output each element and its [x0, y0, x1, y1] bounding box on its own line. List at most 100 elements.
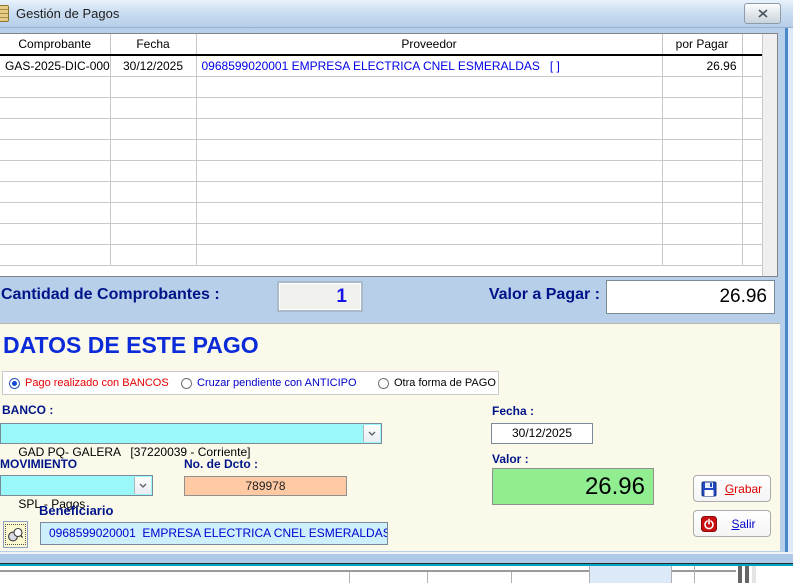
- grid-row-empty[interactable]: [0, 139, 762, 160]
- grid-cell: [742, 76, 762, 97]
- search-beneficiario-button[interactable]: [3, 521, 28, 548]
- grid-cell: [196, 97, 662, 118]
- grid-cell: [0, 97, 110, 118]
- grid-row-empty[interactable]: [0, 244, 762, 265]
- grid-cell[interactable]: 0968599020001 EMPRESA ELECTRICA CNEL ESM…: [196, 55, 662, 76]
- background-gridline: [671, 566, 672, 583]
- beneficiario-field[interactable]: 0968599020001 EMPRESA ELECTRICA CNEL ESM…: [40, 522, 388, 545]
- grid-filler-area: [762, 34, 777, 276]
- grid-cell: [742, 181, 762, 202]
- fecha-field[interactable]: 30/12/2025: [491, 423, 593, 444]
- grid-cell: [196, 244, 662, 265]
- app-icon: [0, 5, 9, 22]
- background-scrollbar: [745, 566, 749, 583]
- movimiento-label: MOVIMIENTO: [0, 457, 77, 471]
- radio-unselected-icon: [378, 378, 389, 389]
- grid-cell: [662, 76, 742, 97]
- grid-row-empty[interactable]: [0, 160, 762, 181]
- dcto-label: No. de Dcto :: [184, 457, 258, 471]
- radio-selected-icon: [9, 378, 20, 389]
- grid-cell: [110, 244, 196, 265]
- grid-cell: [742, 160, 762, 181]
- title-bar[interactable]: Gestión de Pagos: [0, 0, 793, 28]
- grid-cell: [110, 160, 196, 181]
- close-button[interactable]: [744, 3, 781, 24]
- valor-a-pagar-label: Valor a Pagar :: [430, 286, 600, 304]
- grid-cell[interactable]: 26.96: [662, 55, 742, 76]
- grid-cell: [110, 202, 196, 223]
- grid-cell: [110, 76, 196, 97]
- grid-cell[interactable]: 30/12/2025: [110, 55, 196, 76]
- window-title: Gestión de Pagos: [16, 6, 119, 21]
- grid-row-data[interactable]: GAS-2025-DIC-0002330/12/2025096859902000…: [0, 55, 762, 76]
- grid-cell: [196, 160, 662, 181]
- grid-cell: [0, 202, 110, 223]
- banco-label: BANCO :: [2, 403, 53, 417]
- background-window-grid[interactable]: [0, 566, 793, 583]
- grid-cell: [0, 139, 110, 160]
- grid-cell: [0, 244, 110, 265]
- close-icon: [758, 5, 768, 23]
- grid-cell: [742, 118, 762, 139]
- valor-field[interactable]: 26.96: [492, 468, 654, 505]
- dcto-field[interactable]: 789978: [184, 476, 347, 496]
- grid-cell: [196, 202, 662, 223]
- grid-cell: [662, 160, 742, 181]
- col-header-por-pagar[interactable]: por Pagar: [662, 34, 742, 55]
- grid-cell: [196, 76, 662, 97]
- background-scrollbar: [738, 566, 742, 583]
- window-right-margin: [788, 28, 793, 566]
- salir-button[interactable]: Salir: [693, 510, 771, 537]
- grid-cell: [0, 76, 110, 97]
- movimiento-combobox[interactable]: SPL - Pagos: [0, 475, 153, 496]
- grid-cell: [110, 118, 196, 139]
- section-title: DATOS DE ESTE PAGO: [3, 332, 259, 359]
- banco-combobox[interactable]: GAD PQ- GALERA [37220039 - Corriente]: [0, 423, 382, 444]
- background-gridline: [589, 566, 590, 583]
- grid-cell: [196, 181, 662, 202]
- grid-cell: [196, 223, 662, 244]
- grid-cell: [742, 244, 762, 265]
- background-gridline: [694, 566, 695, 583]
- grabar-label: Grabar: [717, 482, 770, 496]
- radio-unselected-icon: [181, 378, 192, 389]
- grid-row-empty[interactable]: [0, 97, 762, 118]
- grid-row-empty[interactable]: [0, 181, 762, 202]
- grid-row-empty[interactable]: [0, 76, 762, 97]
- grid-row-empty[interactable]: [0, 202, 762, 223]
- payment-type-group: Pago realizado con BANCOS Cruzar pendien…: [2, 371, 499, 395]
- chevron-down-icon[interactable]: [134, 477, 151, 494]
- background-gridline: [427, 572, 428, 583]
- grid-row-empty[interactable]: [0, 223, 762, 244]
- radio-cruzar-anticipo[interactable]: Cruzar pendiente con ANTICIPO: [181, 372, 357, 394]
- grid-cell: [662, 244, 742, 265]
- datos-pago-panel: DATOS DE ESTE PAGO Pago realizado con BA…: [0, 323, 780, 551]
- radio-otra-forma[interactable]: Otra forma de PAGO: [378, 372, 496, 394]
- background-selected-cell: [589, 566, 671, 583]
- grid-row-empty[interactable]: [0, 118, 762, 139]
- beneficiario-label: Beneficiario: [39, 503, 113, 518]
- grid-body: GAS-2025-DIC-0002330/12/2025096859902000…: [0, 55, 762, 265]
- col-header-comprobante[interactable]: Comprobante: [0, 34, 110, 55]
- chevron-down-icon[interactable]: [363, 425, 380, 442]
- salir-label: Salir: [717, 517, 770, 531]
- background-gridline: [511, 572, 512, 583]
- grabar-button[interactable]: Grabar: [693, 475, 771, 502]
- grid-cell: [742, 223, 762, 244]
- background-gridline: [349, 572, 350, 583]
- grid-cell: [110, 97, 196, 118]
- grid-cell: [742, 139, 762, 160]
- grid-cell[interactable]: [742, 55, 762, 76]
- col-header-extra: [742, 34, 762, 55]
- grid-cell: [662, 118, 742, 139]
- save-floppy-icon: [701, 481, 717, 497]
- comprobantes-grid: Comprobante Fecha Proveedor por Pagar GA…: [0, 33, 778, 277]
- col-header-proveedor[interactable]: Proveedor: [196, 34, 662, 55]
- grid-cell[interactable]: GAS-2025-DIC-00023: [0, 55, 110, 76]
- grid-cell: [662, 97, 742, 118]
- grid-header-row: Comprobante Fecha Proveedor por Pagar: [0, 34, 762, 55]
- fecha-label: Fecha :: [492, 404, 534, 418]
- radio-pago-bancos[interactable]: Pago realizado con BANCOS: [9, 372, 169, 394]
- col-header-fecha[interactable]: Fecha: [110, 34, 196, 55]
- grid-cell: [110, 139, 196, 160]
